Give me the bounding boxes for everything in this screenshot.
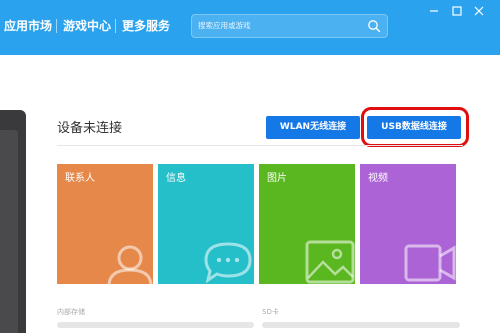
- device-screen: [0, 130, 18, 333]
- tile-contacts[interactable]: 联系人: [57, 164, 153, 284]
- tile-videos[interactable]: 视频: [360, 164, 456, 284]
- tile-messages[interactable]: 信息: [158, 164, 254, 284]
- tile-messages-label: 信息: [166, 173, 186, 184]
- sd-card-bar: [262, 322, 460, 328]
- internal-storage-label: 内部存储: [57, 308, 85, 316]
- device-preview-panel: [0, 110, 26, 333]
- picture-icon: [305, 240, 355, 284]
- nav-separator: [56, 19, 57, 33]
- tile-pictures[interactable]: 图片: [259, 164, 355, 284]
- search-box[interactable]: 搜索应用或游戏: [191, 14, 388, 38]
- minimize-icon[interactable]: [427, 4, 441, 18]
- wlan-connect-button[interactable]: WLAN无线连接: [266, 116, 360, 139]
- search-icon[interactable]: [367, 19, 381, 33]
- search-placeholder: 搜索应用或游戏: [198, 21, 251, 30]
- contact-icon: [107, 245, 153, 284]
- nav-more-services[interactable]: 更多服务: [122, 19, 170, 33]
- nav-game-center[interactable]: 游戏中心: [63, 19, 111, 33]
- nav-separator: [115, 19, 116, 33]
- tile-videos-label: 视频: [368, 173, 388, 184]
- tile-pictures-label: 图片: [267, 173, 287, 184]
- sd-card-label: SD卡: [262, 308, 279, 316]
- connection-status-title: 设备未连接: [57, 121, 123, 136]
- section-divider: [57, 145, 463, 146]
- nav-app-market[interactable]: 应用市场: [4, 19, 52, 33]
- tile-contacts-label: 联系人: [65, 173, 95, 184]
- maximize-icon[interactable]: [450, 4, 464, 18]
- top-bar: 应用市场 游戏中心 更多服务 搜索应用或游戏: [0, 0, 500, 55]
- video-icon: [404, 244, 456, 282]
- message-icon: [204, 242, 252, 284]
- internal-storage-bar: [57, 322, 254, 328]
- usb-highlight-annotation: [361, 107, 469, 147]
- close-icon[interactable]: [472, 4, 486, 18]
